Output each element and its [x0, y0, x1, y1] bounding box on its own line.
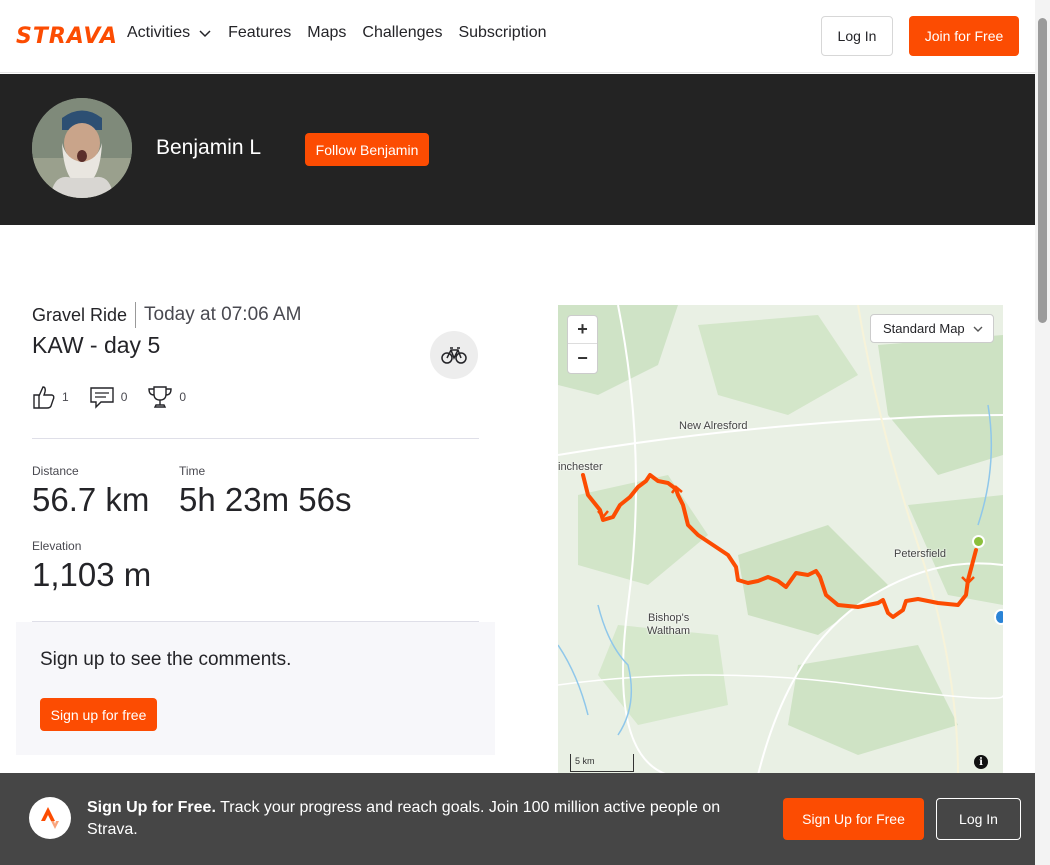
chevron-down-icon [973, 326, 983, 332]
zoom-out-button[interactable]: − [568, 344, 597, 372]
distance-label: Distance [32, 464, 79, 478]
comments-prompt: Sign up to see the comments. [40, 649, 292, 670]
banner-message: Sign Up for Free. Track your progress an… [87, 797, 767, 841]
nav-features[interactable]: Features [228, 24, 291, 42]
athlete-name[interactable]: Benjamin L [156, 136, 261, 160]
page: STRAVA Activities Features Maps Challeng… [0, 0, 1050, 865]
activity-type: Gravel Ride [32, 304, 128, 325]
achievements-count[interactable]: 0 [147, 384, 186, 410]
nav-links: Activities Features Maps Challenges Subs… [127, 24, 563, 42]
kudos-number: 1 [62, 390, 69, 404]
nav-activities[interactable]: Activities [127, 24, 212, 42]
achievements-number: 0 [179, 390, 187, 404]
top-nav: STRAVA Activities Features Maps Challeng… [0, 0, 1035, 73]
strava-app-icon [29, 797, 71, 839]
elevation-label: Elevation [32, 539, 82, 553]
banner-headline: Sign Up for Free. [87, 799, 216, 816]
sport-type-badge [430, 331, 478, 379]
comments-count[interactable]: 0 [89, 385, 128, 409]
meta-divider [135, 302, 137, 328]
activity-meta: Gravel Ride Today at 07:06 AM [32, 302, 301, 328]
strava-logo[interactable]: STRAVA [16, 24, 118, 49]
place-bishops-waltham-line2: Waltham [647, 625, 690, 637]
location-pin-icon[interactable] [994, 609, 1003, 625]
route-start-marker [972, 535, 985, 548]
thumbs-up-icon [33, 386, 55, 409]
place-petersfield: Petersfield [894, 548, 946, 560]
zoom-control: + − [567, 315, 598, 374]
nav-maps[interactable]: Maps [307, 24, 346, 42]
signup-banner: Sign Up for Free. Track your progress an… [0, 773, 1035, 865]
trophy-icon [148, 386, 173, 408]
place-new-alresford: New Alresford [679, 420, 748, 432]
follow-button[interactable]: Follow Benjamin [305, 133, 429, 166]
nav-challenges[interactable]: Challenges [362, 24, 442, 42]
map-scale: 5 km [570, 754, 634, 772]
map-style-select[interactable]: Standard Map [870, 314, 994, 343]
info-icon[interactable]: i [974, 755, 988, 769]
place-winchester: inchester [558, 461, 603, 473]
banner-signup-button[interactable]: Sign Up for Free [783, 798, 924, 840]
signup-free-button[interactable]: Sign up for free [40, 698, 157, 731]
divider [32, 438, 479, 439]
bike-icon [441, 347, 467, 364]
activity-title: KAW - day 5 [32, 332, 161, 358]
map-background [558, 305, 1003, 775]
activity-time: Today at 07:06 AM [144, 304, 302, 325]
login-button[interactable]: Log In [821, 16, 893, 56]
avatar-photo [32, 98, 132, 198]
kudos-count[interactable]: 1 [32, 384, 69, 410]
elevation-value: 1,103 m [32, 556, 152, 593]
place-bishops-waltham-line1: Bishop's [648, 612, 690, 624]
distance-value: 56.7 km [32, 481, 150, 518]
comment-icon [89, 387, 114, 409]
comments-number: 0 [120, 390, 128, 404]
comments-signup-box: Sign up to see the comments. Sign up for… [16, 622, 495, 755]
banner-login-button[interactable]: Log In [936, 798, 1021, 840]
nav-subscription[interactable]: Subscription [458, 24, 546, 42]
nav-activities-label: Activities [127, 24, 191, 41]
scrollbar-thumb[interactable] [1038, 18, 1047, 323]
time-label: Time [179, 464, 206, 478]
activity-map[interactable]: New Alresford inchester Petersfield Bish… [558, 305, 1003, 775]
zoom-in-button[interactable]: + [568, 316, 597, 344]
avatar[interactable] [32, 98, 132, 198]
map-style-label: Standard Map [883, 321, 965, 336]
time-value: 5h 23m 56s [179, 481, 352, 518]
athlete-header: Benjamin L Follow Benjamin [0, 74, 1035, 225]
join-button[interactable]: Join for Free [909, 16, 1019, 56]
chevron-down-icon [199, 30, 211, 38]
social-counts: 1 0 0 [32, 384, 206, 410]
